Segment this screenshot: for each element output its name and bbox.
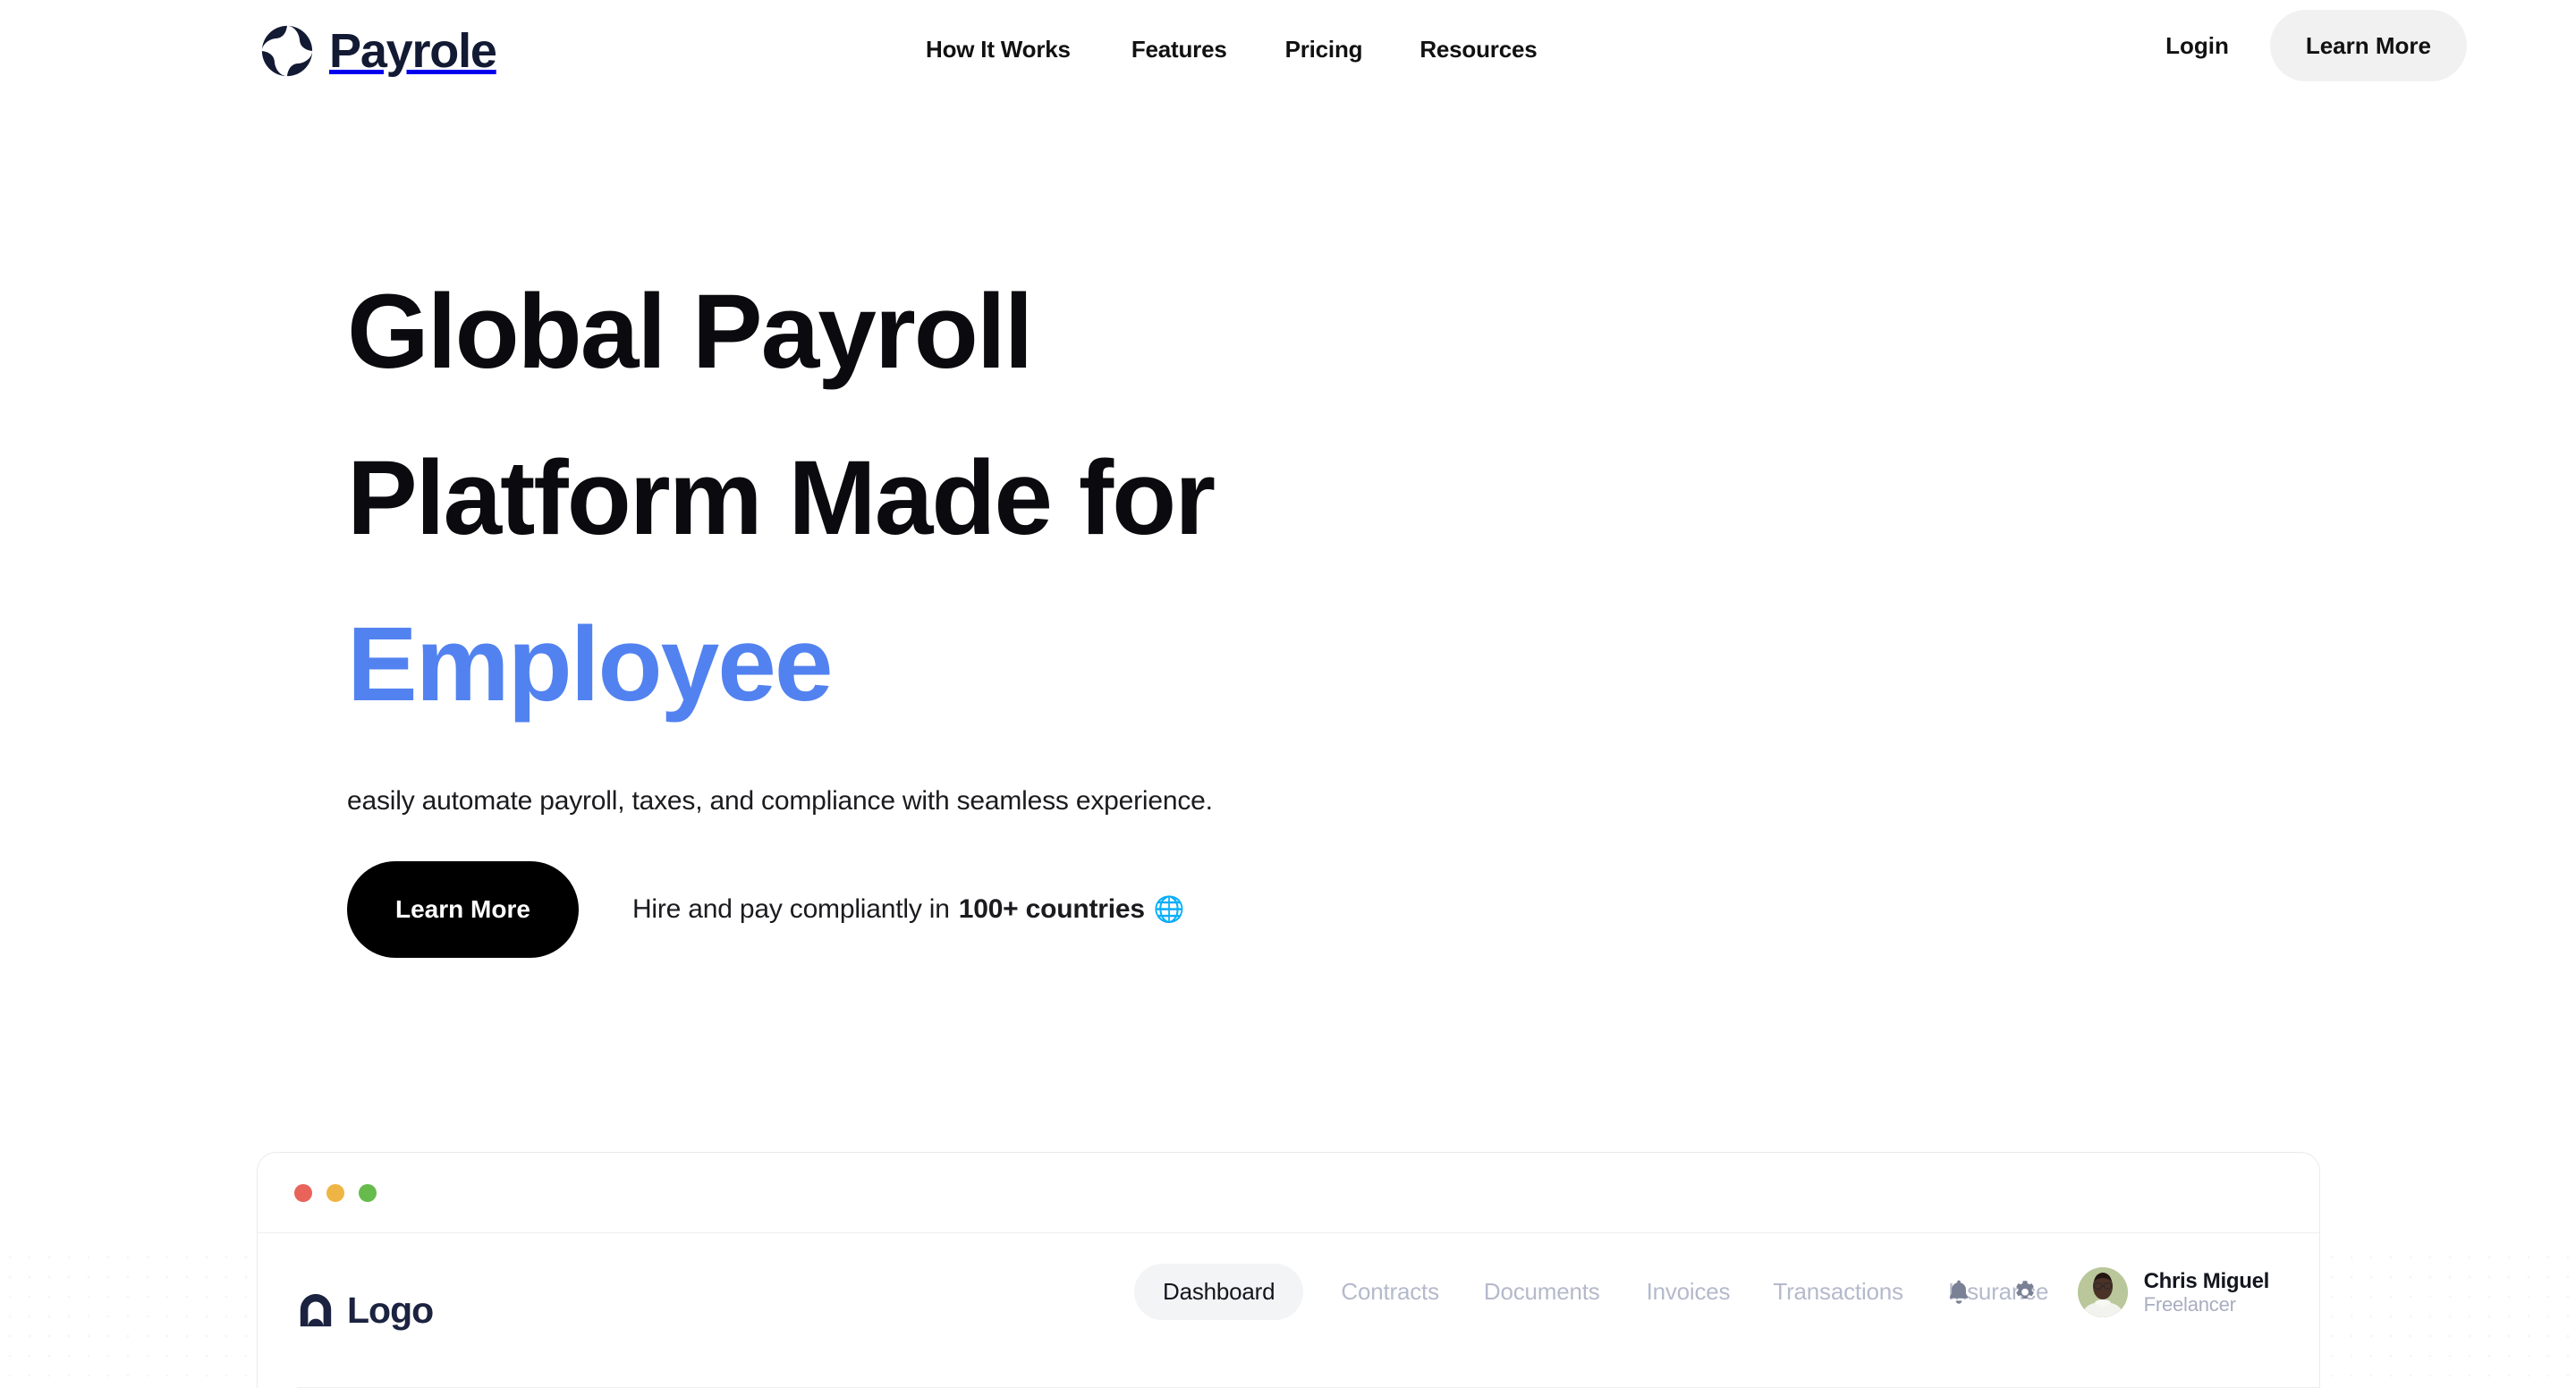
hero-cta-row: Learn More Hire and pay compliantly in 1… xyxy=(347,861,1778,958)
hero-section: Global Payroll Platform Made for Employe… xyxy=(347,249,1778,958)
hero-title: Global Payroll Platform Made for Employe… xyxy=(347,249,1778,748)
browser-chrome-bar xyxy=(258,1153,2319,1233)
tab-documents[interactable]: Documents xyxy=(1484,1278,1600,1306)
hero-note-strong: 100+ countries xyxy=(958,894,1145,924)
nav-links: How It Works Features Pricing Resources xyxy=(926,36,1538,63)
user-role: Freelancer xyxy=(2143,1293,2236,1316)
notifications-button[interactable] xyxy=(1938,1272,1979,1313)
bell-icon xyxy=(1949,1280,1968,1304)
hero-title-line-1: Global Payroll xyxy=(347,273,1033,391)
avatar xyxy=(2077,1267,2128,1317)
hero-subtitle: easily automate payroll, taxes, and comp… xyxy=(347,786,1213,816)
tab-contracts[interactable]: Contracts xyxy=(1341,1278,1439,1306)
header-learn-more-button[interactable]: Learn More xyxy=(2269,10,2467,81)
tab-dashboard[interactable]: Dashboard xyxy=(1134,1264,1304,1320)
nav-item-resources[interactable]: Resources xyxy=(1419,36,1537,63)
nav-item-features[interactable]: Features xyxy=(1131,36,1227,63)
dashboard-browser-mockup: Logo Dashboard Contracts Documents Invoi… xyxy=(257,1152,2320,1388)
brand-logo[interactable]: Payrole xyxy=(259,23,497,79)
hero-title-accent: Employee xyxy=(347,605,833,724)
nav-item-pricing[interactable]: Pricing xyxy=(1285,36,1363,63)
dashboard-app-logo[interactable]: Logo xyxy=(297,1290,434,1331)
settings-button[interactable] xyxy=(2004,1272,2046,1313)
window-minimize-dot[interactable] xyxy=(326,1183,344,1202)
window-controls xyxy=(294,1183,377,1202)
hero-note-prefix: Hire and pay compliantly in xyxy=(631,894,950,924)
user-profile-chip[interactable]: Chris Miguel Freelancer xyxy=(2077,1267,2270,1317)
dashboard-tabs: Dashboard Contracts Documents Invoices T… xyxy=(1134,1264,2048,1320)
user-meta: Chris Miguel Freelancer xyxy=(2143,1268,2270,1316)
hero-learn-more-button[interactable]: Learn More xyxy=(347,861,579,958)
avatar-image xyxy=(2077,1267,2128,1317)
hero-title-line-2: Platform Made for xyxy=(347,439,1216,557)
nav-actions: Login Learn More xyxy=(2165,10,2467,81)
globe-icon: 🌐 xyxy=(1153,895,1185,923)
dashboard-header: Logo Dashboard Contracts Documents Invoi… xyxy=(258,1233,2319,1388)
window-maximize-dot[interactable] xyxy=(359,1183,377,1202)
arch-logo-icon xyxy=(300,1293,332,1326)
dashboard-app-logo-text: Logo xyxy=(347,1290,434,1331)
login-link[interactable]: Login xyxy=(2165,32,2229,60)
landing-page: Payrole How It Works Features Pricing Re… xyxy=(0,0,2576,1388)
hero-countries-note: Hire and pay compliantly in 100+ countri… xyxy=(632,894,1185,925)
brand-name: Payrole xyxy=(329,24,497,78)
dashboard-header-actions: Chris Miguel Freelancer xyxy=(1938,1267,2269,1317)
tab-invoices[interactable]: Invoices xyxy=(1647,1278,1731,1306)
nav-item-how-it-works[interactable]: How It Works xyxy=(926,36,1071,63)
top-navigation-bar: Payrole How It Works Features Pricing Re… xyxy=(0,0,2576,121)
window-close-dot[interactable] xyxy=(294,1183,312,1202)
payrole-pinwheel-logo-icon xyxy=(261,25,313,77)
tab-transactions[interactable]: Transactions xyxy=(1773,1278,1903,1306)
gear-icon xyxy=(2015,1281,2034,1299)
user-name: Chris Miguel xyxy=(2143,1268,2270,1293)
